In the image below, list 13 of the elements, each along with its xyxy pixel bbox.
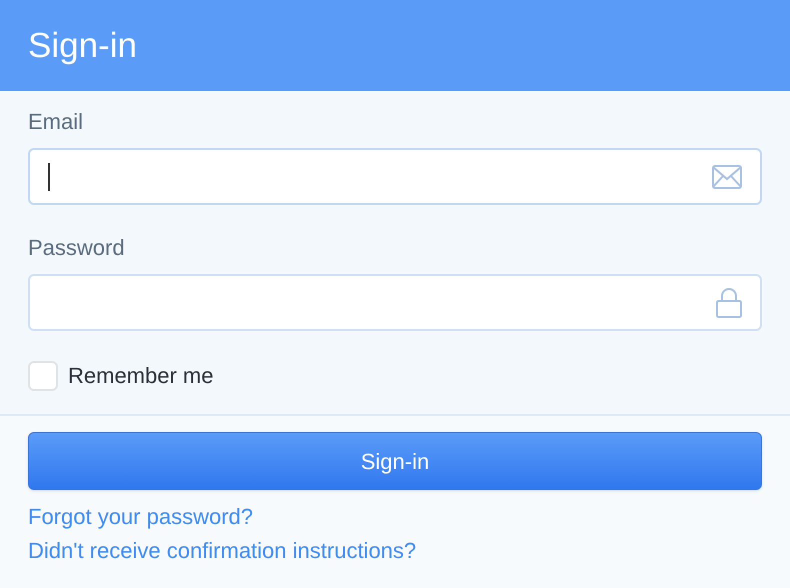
envelope-icon — [712, 164, 742, 188]
checkbox-label[interactable]: Remember me — [68, 359, 214, 392]
checkbox[interactable] — [28, 360, 58, 390]
email-input-field[interactable] — [28, 148, 762, 205]
help-link[interactable]: Didn't receive confirmation instructions? — [28, 534, 416, 568]
page-title: Sign-in — [28, 28, 137, 63]
sign-in-button[interactable]: Sign-in — [28, 432, 762, 490]
field-label: Password — [28, 237, 126, 259]
help-link[interactable]: Forgot your password? — [28, 500, 253, 534]
field-label: Email — [28, 111, 84, 133]
lock-icon — [716, 288, 742, 318]
text-caret — [48, 162, 50, 190]
password-input-field[interactable] — [28, 274, 762, 331]
